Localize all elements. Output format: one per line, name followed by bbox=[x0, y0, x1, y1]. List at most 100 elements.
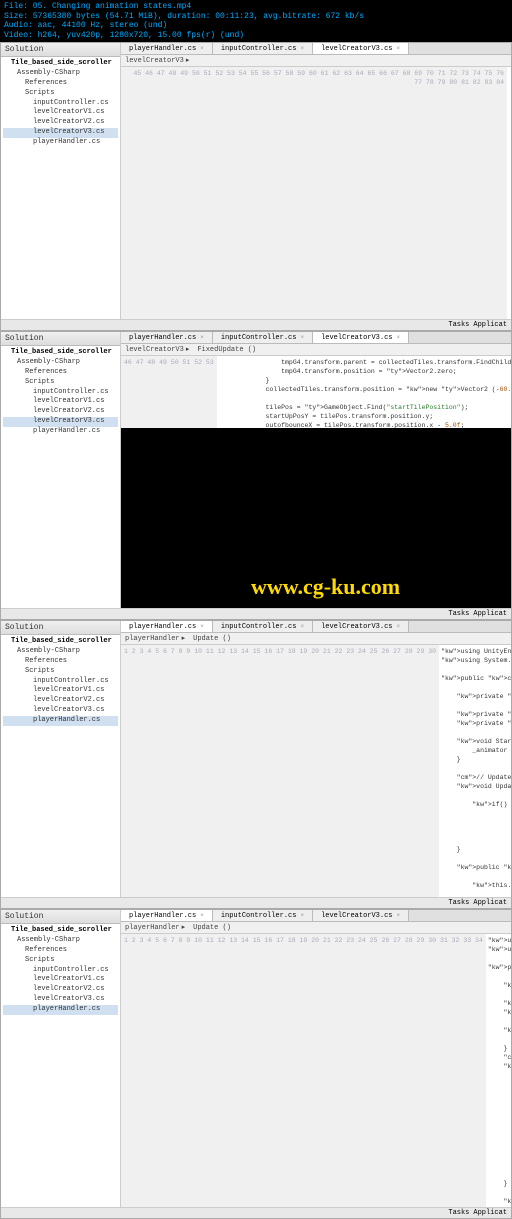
tasks-label[interactable]: Tasks bbox=[448, 899, 469, 907]
code-lines[interactable]: tmpG4.transform.parent = collectedTiles.… bbox=[217, 356, 511, 428]
code-editor[interactable]: 1 2 3 4 5 6 7 8 9 10 11 12 13 14 15 16 1… bbox=[121, 645, 511, 908]
tree-file[interactable]: levelCreatorV2.cs bbox=[3, 118, 118, 128]
crumb-class: playerHandler ▸ bbox=[125, 923, 185, 932]
tree-project[interactable]: Assembly-CSharp bbox=[3, 936, 118, 946]
tree-scripts[interactable]: Scripts bbox=[3, 667, 118, 677]
line-gutter: 1 2 3 4 5 6 7 8 9 10 11 12 13 14 15 16 1… bbox=[121, 645, 439, 908]
tab[interactable]: inputController.cs× bbox=[213, 43, 313, 54]
tab[interactable]: playerHandler.cs× bbox=[121, 43, 213, 54]
ide-pane-3: Solution Tile_based_side_scroller Assemb… bbox=[0, 620, 512, 909]
tab[interactable]: levelCreatorV3.cs× bbox=[313, 621, 409, 632]
tree-file[interactable]: levelCreatorV3.cs bbox=[3, 995, 118, 1005]
code-lines[interactable]: "kw">using UnityEngine; "kw">using Syste… bbox=[439, 645, 511, 908]
solution-tree[interactable]: Tile_based_side_scroller Assembly-CSharp… bbox=[1, 346, 120, 438]
code-lines[interactable]: "ty">GameObject tmpG4 = Instantiate("ty"… bbox=[507, 67, 511, 330]
tree-project[interactable]: Assembly-CSharp bbox=[3, 358, 118, 368]
close-icon[interactable]: × bbox=[396, 45, 400, 52]
tab[interactable]: playerHandler.cs× bbox=[121, 332, 213, 343]
tab[interactable]: inputController.cs× bbox=[213, 332, 313, 343]
tree-root[interactable]: Tile_based_side_scroller bbox=[3, 59, 118, 69]
editor-tabs: playerHandler.cs× inputController.cs× le… bbox=[121, 43, 511, 55]
close-icon[interactable]: × bbox=[200, 45, 204, 52]
tree-file[interactable]: playerHandler.cs bbox=[3, 138, 118, 148]
tab-active[interactable]: levelCreatorV3.cs× bbox=[313, 43, 409, 54]
close-icon[interactable]: × bbox=[200, 912, 204, 919]
tree-references[interactable]: References bbox=[3, 657, 118, 667]
solution-tree[interactable]: Tile_based_side_scroller Assembly-CSharp… bbox=[1, 924, 120, 1016]
close-icon[interactable]: × bbox=[200, 623, 204, 630]
tree-file[interactable]: levelCreatorV1.cs bbox=[3, 686, 118, 696]
tree-file-selected[interactable]: levelCreatorV3.cs bbox=[3, 128, 118, 138]
tab[interactable]: inputController.cs× bbox=[213, 910, 313, 921]
tree-file[interactable]: levelCreatorV1.cs bbox=[3, 108, 118, 118]
tree-scripts[interactable]: Scripts bbox=[3, 956, 118, 966]
breadcrumb[interactable]: levelCreatorV3 ▸ FixedUpdate () bbox=[121, 344, 511, 356]
close-icon[interactable]: × bbox=[300, 623, 304, 630]
tree-file[interactable]: playerHandler.cs bbox=[3, 427, 118, 437]
tree-file-selected[interactable]: levelCreatorV3.cs bbox=[3, 417, 118, 427]
code-editor[interactable]: 46 47 48 49 50 51 52 53 tmpG4.transform.… bbox=[121, 356, 511, 428]
tree-scripts[interactable]: Scripts bbox=[3, 378, 118, 388]
crumb-class: playerHandler ▸ bbox=[125, 634, 185, 643]
tab-active[interactable]: levelCreatorV3.cs× bbox=[313, 332, 409, 343]
solution-tree[interactable]: Tile_based_side_scroller Assembly-CSharp… bbox=[1, 635, 120, 727]
code-lines[interactable]: "kw">using UnityEngine; "kw">using Syste… bbox=[486, 934, 511, 1218]
close-icon[interactable]: × bbox=[396, 912, 400, 919]
tree-file[interactable]: inputController.cs bbox=[3, 677, 118, 687]
close-icon[interactable]: × bbox=[300, 334, 304, 341]
tree-project[interactable]: Assembly-CSharp bbox=[3, 69, 118, 79]
tree-file[interactable]: levelCreatorV2.cs bbox=[3, 696, 118, 706]
tree-file[interactable]: inputController.cs bbox=[3, 388, 118, 398]
crumb-method: Update () bbox=[193, 923, 231, 932]
tree-file-selected[interactable]: playerHandler.cs bbox=[3, 1005, 118, 1015]
close-icon[interactable]: × bbox=[200, 334, 204, 341]
tab-active[interactable]: playerHandler.cs× bbox=[121, 621, 213, 632]
app-label[interactable]: Applicat bbox=[473, 610, 507, 618]
crumb-class: levelCreatorV3 ▸ bbox=[125, 56, 189, 65]
app-label[interactable]: Applicat bbox=[473, 899, 507, 907]
tree-file[interactable]: levelCreatorV2.cs bbox=[3, 985, 118, 995]
breadcrumb[interactable]: levelCreatorV3 ▸ bbox=[121, 55, 511, 67]
close-icon[interactable]: × bbox=[396, 623, 400, 630]
tree-project[interactable]: Assembly-CSharp bbox=[3, 647, 118, 657]
tree-root[interactable]: Tile_based_side_scroller bbox=[3, 637, 118, 647]
line-gutter: 46 47 48 49 50 51 52 53 bbox=[121, 356, 217, 428]
runtime-view[interactable] bbox=[121, 428, 511, 619]
ide-pane-4: Solution Tile_based_side_scroller Assemb… bbox=[0, 909, 512, 1219]
tab-active[interactable]: playerHandler.cs× bbox=[121, 910, 213, 921]
line-gutter: 1 2 3 4 5 6 7 8 9 10 11 12 13 14 15 16 1… bbox=[121, 934, 486, 1218]
tree-scripts[interactable]: Scripts bbox=[3, 89, 118, 99]
tab[interactable]: inputController.cs× bbox=[213, 621, 313, 632]
tree-file[interactable]: levelCreatorV1.cs bbox=[3, 975, 118, 985]
tree-file-selected[interactable]: playerHandler.cs bbox=[3, 716, 118, 726]
close-icon[interactable]: × bbox=[396, 334, 400, 341]
solution-sidebar: Solution Tile_based_side_scroller Assemb… bbox=[1, 621, 121, 908]
solution-tree[interactable]: Tile_based_side_scroller Assembly-CSharp… bbox=[1, 57, 120, 149]
app-label[interactable]: Applicat bbox=[473, 321, 507, 329]
code-editor[interactable]: 45 46 47 48 49 50 51 52 53 54 55 56 57 5… bbox=[121, 67, 511, 330]
tasks-label[interactable]: Tasks bbox=[448, 610, 469, 618]
tree-file[interactable]: levelCreatorV3.cs bbox=[3, 706, 118, 716]
sidebar-title: Solution bbox=[1, 621, 120, 635]
tab[interactable]: levelCreatorV3.cs× bbox=[313, 910, 409, 921]
tree-root[interactable]: Tile_based_side_scroller bbox=[3, 348, 118, 358]
tree-references[interactable]: References bbox=[3, 946, 118, 956]
tree-root[interactable]: Tile_based_side_scroller bbox=[3, 926, 118, 936]
code-editor[interactable]: 1 2 3 4 5 6 7 8 9 10 11 12 13 14 15 16 1… bbox=[121, 934, 511, 1218]
solution-sidebar: Solution Tile_based_side_scroller Assemb… bbox=[1, 910, 121, 1218]
sidebar-title: Solution bbox=[1, 43, 120, 57]
tree-file[interactable]: levelCreatorV1.cs bbox=[3, 397, 118, 407]
app-label[interactable]: Applicat bbox=[473, 1209, 507, 1217]
tree-file[interactable]: inputController.cs bbox=[3, 99, 118, 109]
tree-file[interactable]: inputController.cs bbox=[3, 966, 118, 976]
tasks-label[interactable]: Tasks bbox=[448, 1209, 469, 1217]
close-icon[interactable]: × bbox=[300, 45, 304, 52]
tree-references[interactable]: References bbox=[3, 368, 118, 378]
breadcrumb[interactable]: playerHandler ▸ Update () bbox=[121, 633, 511, 645]
tree-file[interactable]: levelCreatorV2.cs bbox=[3, 407, 118, 417]
tree-references[interactable]: References bbox=[3, 79, 118, 89]
breadcrumb[interactable]: playerHandler ▸ Update () bbox=[121, 922, 511, 934]
editor-tabs: playerHandler.cs× inputController.cs× le… bbox=[121, 910, 511, 922]
close-icon[interactable]: × bbox=[300, 912, 304, 919]
tasks-label[interactable]: Tasks bbox=[448, 321, 469, 329]
